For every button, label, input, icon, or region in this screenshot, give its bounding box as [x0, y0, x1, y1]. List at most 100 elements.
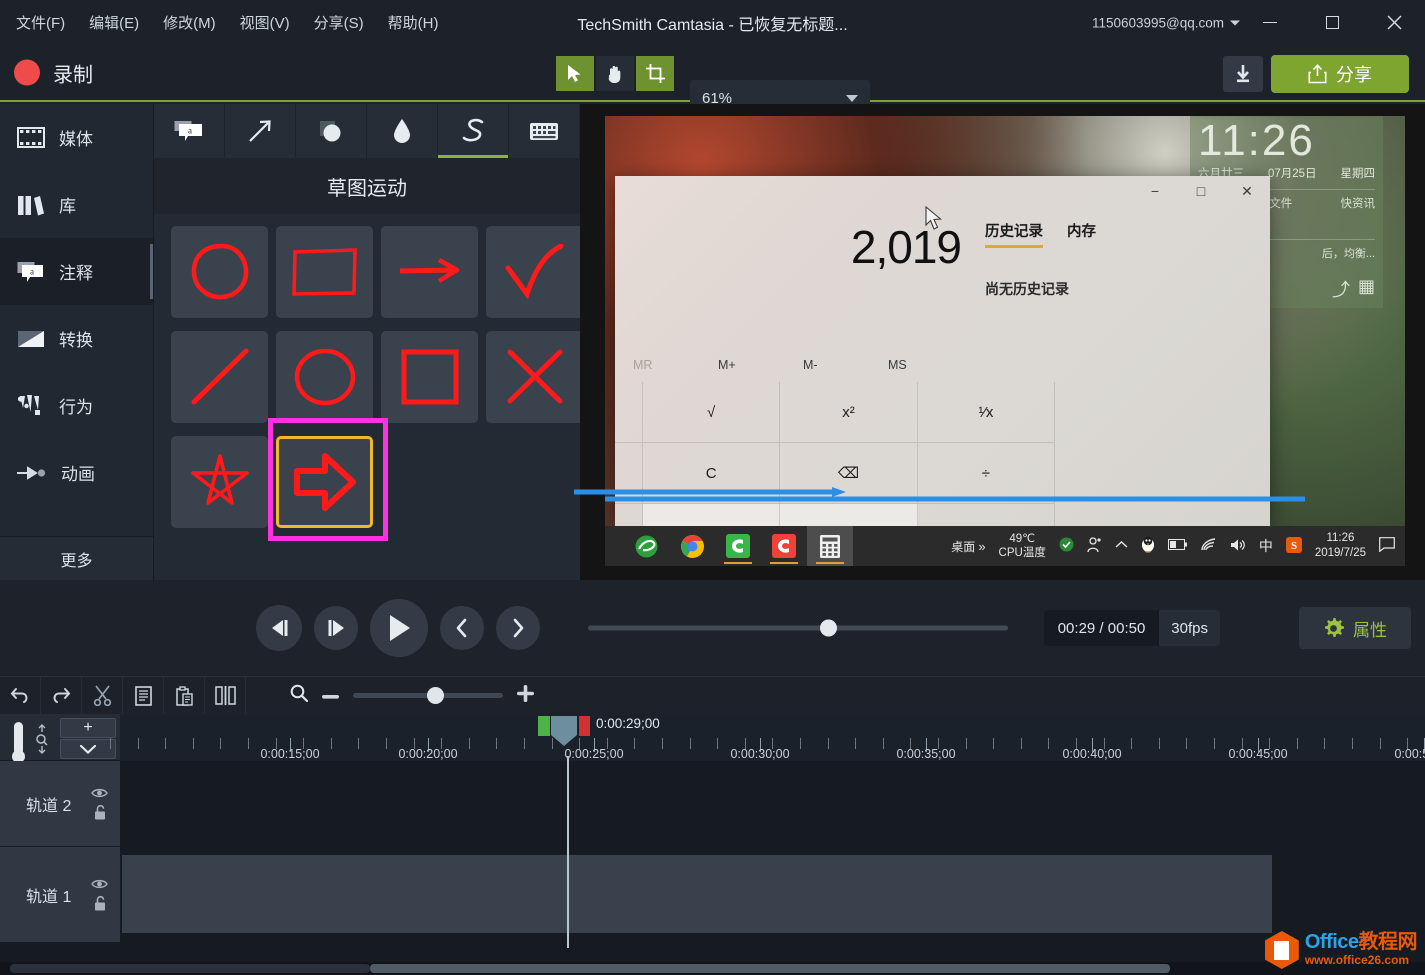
tray-ime-indicator[interactable]: 中: [1259, 536, 1273, 556]
add-track-button[interactable]: +: [60, 718, 116, 738]
track-menu-button[interactable]: [60, 739, 116, 759]
seek-slider-handle[interactable]: [820, 619, 837, 637]
calculator-minimize[interactable]: −: [1132, 176, 1178, 206]
menu-share[interactable]: 分享(S): [314, 12, 364, 33]
tray-wifi-icon[interactable]: [1200, 538, 1217, 554]
download-button[interactable]: [1223, 56, 1263, 92]
taskbar-app-calculator[interactable]: [807, 526, 853, 566]
tab-sketch-motion[interactable]: [438, 104, 509, 158]
record-button[interactable]: 录制: [14, 58, 93, 87]
taskbar-cpu-monitor[interactable]: 49℃ CPU温度: [999, 532, 1046, 561]
sidebar-item-library[interactable]: 库: [0, 171, 153, 238]
unlock-icon[interactable]: [93, 804, 107, 820]
tray-qq-icon[interactable]: [1141, 536, 1155, 556]
zoom-out-button[interactable]: [322, 687, 339, 705]
taskbar-app-camtasia-studio[interactable]: [761, 526, 807, 566]
unlock-icon[interactable]: [93, 895, 107, 911]
redo-button[interactable]: [41, 676, 82, 715]
sidebar-more-button[interactable]: 更多: [0, 536, 153, 580]
calculator-mem-ms[interactable]: MS: [888, 358, 973, 372]
sidebar-item-media[interactable]: 媒体: [0, 104, 153, 171]
timeline-ruler[interactable]: 0:00:15;00 0:00:20;00 0:00:25;00 0:00:30;00…: [110, 714, 1425, 761]
share-button[interactable]: 分享: [1271, 55, 1409, 93]
menu-view[interactable]: 视图(V): [240, 12, 290, 33]
shape-sketch-rectangle-rough[interactable]: [276, 226, 373, 318]
playhead-handle[interactable]: [551, 716, 577, 746]
close-button[interactable]: [1363, 0, 1425, 45]
track-2-body[interactable]: [120, 761, 1425, 847]
shape-sketch-circle-rough[interactable]: [171, 226, 268, 318]
track-header-1[interactable]: 轨道 1: [0, 847, 120, 943]
calculator-mem-mminus[interactable]: M-: [803, 358, 888, 372]
tab-shapes[interactable]: [296, 104, 367, 158]
taskbar-app-ie[interactable]: [623, 526, 669, 566]
shape-sketch-cross[interactable]: [486, 331, 583, 423]
tray-sogou-icon[interactable]: S: [1285, 536, 1302, 556]
calculator-key-square[interactable]: x²: [780, 382, 918, 443]
tab-arrows[interactable]: [225, 104, 296, 158]
calculator-key-sqrt[interactable]: √: [643, 382, 781, 443]
fps-value[interactable]: 30fps: [1159, 610, 1220, 646]
shape-sketch-line[interactable]: [171, 331, 268, 423]
shape-sketch-square[interactable]: [381, 331, 478, 423]
crop-tool-button[interactable]: [636, 56, 674, 91]
previous-marker-button[interactable]: [440, 606, 484, 650]
taskbar-clock[interactable]: 11:26 2019/7/25: [1315, 531, 1366, 561]
track-1-body[interactable]: [120, 847, 1425, 943]
timeline-zoom-handle[interactable]: [427, 687, 444, 704]
next-marker-button[interactable]: [496, 606, 540, 650]
preview-canvas[interactable]: 11:26 六月廿三 07月25日 星期四 桌面 文件 快资讯 后，均衡... …: [580, 104, 1425, 580]
tray-expand-icon[interactable]: [1115, 540, 1128, 552]
cut-button[interactable]: [82, 676, 123, 715]
calculator-mem-mr[interactable]: MR: [633, 358, 718, 372]
tab-callout[interactable]: a: [154, 104, 225, 158]
playhead-in-marker[interactable]: [538, 716, 550, 736]
tab-keystroke[interactable]: [509, 104, 580, 158]
shape-sketch-circle[interactable]: [276, 331, 373, 423]
tray-people-icon[interactable]: [1087, 536, 1102, 556]
sidebar-item-transitions[interactable]: 转换: [0, 305, 153, 372]
paste-button[interactable]: [164, 676, 205, 715]
copy-button[interactable]: [123, 676, 164, 715]
timeline-horizontal-scrollbar[interactable]: [0, 962, 1425, 975]
calculator-mem-mplus[interactable]: M+: [718, 358, 803, 372]
timeline-zoom-slider[interactable]: [353, 687, 503, 704]
tray-battery-icon[interactable]: [1167, 539, 1187, 553]
tray-shield-icon[interactable]: [1059, 537, 1074, 555]
calculator-maximize[interactable]: □: [1178, 176, 1224, 206]
scrollbar-thumb[interactable]: [370, 964, 1170, 973]
calculator-close[interactable]: ✕: [1224, 176, 1270, 206]
menu-file[interactable]: 文件(F): [16, 12, 65, 33]
playhead-out-marker[interactable]: [579, 716, 590, 736]
split-button[interactable]: [205, 676, 246, 715]
shape-sketch-checkmark[interactable]: [486, 226, 583, 318]
calculator-tab-memory[interactable]: 内存: [1067, 220, 1096, 241]
menu-modify[interactable]: 修改(M): [163, 12, 216, 33]
minimize-button[interactable]: [1239, 0, 1301, 45]
tray-volume-icon[interactable]: [1230, 538, 1246, 555]
zoom-to-fit-icon[interactable]: [290, 684, 309, 707]
menu-edit[interactable]: 编辑(E): [89, 12, 139, 33]
eye-icon[interactable]: [91, 787, 108, 798]
play-button[interactable]: [370, 599, 428, 657]
taskbar-desktop-peek[interactable]: 桌面 »: [951, 538, 985, 555]
calculator-key-reciprocal[interactable]: ¹⁄x: [917, 382, 1055, 443]
eye-icon[interactable]: [91, 878, 108, 889]
shape-sketch-star[interactable]: [171, 436, 268, 528]
taskbar-app-chrome[interactable]: [669, 526, 715, 566]
undo-button[interactable]: [0, 676, 41, 715]
seek-slider[interactable]: [588, 619, 1008, 637]
track-header-2[interactable]: 轨道 2: [0, 761, 120, 847]
menu-help[interactable]: 帮助(H): [388, 12, 439, 33]
zoom-in-button[interactable]: [517, 684, 534, 707]
maximize-button[interactable]: [1301, 0, 1363, 45]
account-menu[interactable]: 1150603995@qq.com: [1092, 15, 1240, 30]
taskbar-app-camtasia-recorder[interactable]: [715, 526, 761, 566]
properties-button[interactable]: 属性: [1299, 607, 1411, 649]
tray-notifications-icon[interactable]: [1379, 537, 1395, 555]
sidebar-item-animations[interactable]: 动画: [0, 439, 153, 506]
shape-sketch-arrow-line[interactable]: [381, 226, 478, 318]
timeline-clip[interactable]: [122, 855, 1272, 933]
select-tool-button[interactable]: [556, 56, 594, 91]
previous-frame-button[interactable]: [256, 605, 302, 651]
